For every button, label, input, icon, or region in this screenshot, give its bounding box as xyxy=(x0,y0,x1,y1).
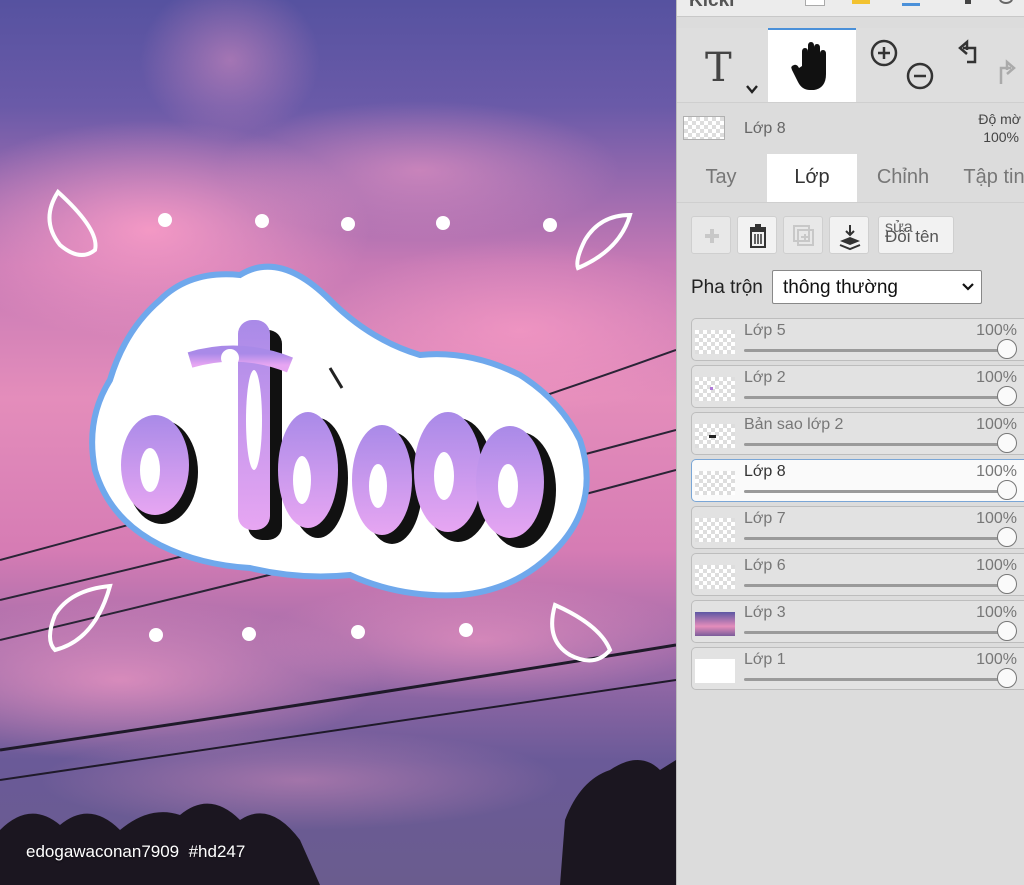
opacity-slider-track[interactable] xyxy=(744,349,1014,352)
opacity-slider-knob[interactable] xyxy=(997,574,1017,594)
chevron-down-icon xyxy=(962,283,974,291)
add-layer-button[interactable] xyxy=(691,216,731,254)
layer-item[interactable]: Lớp 7 100% xyxy=(691,506,1024,549)
layer-opacity: 100% xyxy=(976,463,1017,480)
layer-item[interactable]: Lớp 1 100% xyxy=(691,647,1024,690)
layer-name: Lớp 3 xyxy=(744,604,786,621)
layer-opacity: 100% xyxy=(976,416,1017,433)
rename-layer-button[interactable]: sửa Đổi tên xyxy=(878,216,954,254)
hand-icon xyxy=(791,42,826,90)
layer-name: Lớp 6 xyxy=(744,557,786,574)
layer-name: Lớp 5 xyxy=(744,322,786,339)
drawing-canvas[interactable]: edogawaconan7909 #hd247 xyxy=(0,0,676,885)
layer-name: Lớp 8 xyxy=(744,463,786,480)
tab-layers[interactable]: Lớp xyxy=(767,154,857,202)
text-tool-icon: T xyxy=(705,45,758,94)
layer-item[interactable]: Bản sao lớp 2 100% xyxy=(691,412,1024,455)
current-layer-thumbnail xyxy=(683,116,725,140)
menu-icon[interactable] xyxy=(902,3,920,6)
zoom-in-zoom-out-icon xyxy=(870,39,934,90)
duplicate-icon xyxy=(793,225,814,246)
help-icon[interactable] xyxy=(999,0,1013,4)
opacity-slider-knob[interactable] xyxy=(997,386,1017,406)
layer-item[interactable]: Lớp 6 100% xyxy=(691,553,1024,596)
app-brand: Kicki xyxy=(689,0,735,11)
opacity-slider-track[interactable] xyxy=(744,537,1014,540)
text-tool-button[interactable]: T xyxy=(677,28,765,102)
blend-mode-select[interactable]: thông thường xyxy=(772,270,982,304)
note-icon[interactable] xyxy=(852,0,870,4)
trash-icon xyxy=(750,224,766,248)
undo-redo-icon xyxy=(958,39,1016,84)
tool-row: T xyxy=(677,28,1024,103)
opacity-slider-knob[interactable] xyxy=(997,621,1017,641)
watermark-text: edogawaconan7909 #hd247 xyxy=(26,842,246,861)
current-layer-name: Lớp 8 xyxy=(744,120,786,137)
opacity-slider-knob[interactable] xyxy=(997,527,1017,547)
opacity-label: Độ mờ xyxy=(978,111,1021,127)
layer-item[interactable]: Lớp 2 100% xyxy=(691,365,1024,408)
hand-tool-button[interactable] xyxy=(768,28,856,102)
layers-panel: Kicki T Lớp 8 Độ mờ 100% Tay Lớp Chỉnh T… xyxy=(676,0,1024,885)
plus-icon xyxy=(705,229,719,243)
layer-thumbnail xyxy=(695,612,735,636)
layer-name: Bản sao lớp 2 xyxy=(744,416,844,433)
undo-redo-button[interactable] xyxy=(945,28,1024,102)
opacity-slider-knob[interactable] xyxy=(997,339,1017,359)
brush-icon[interactable] xyxy=(965,0,971,4)
layer-thumbnail xyxy=(695,424,735,448)
opacity-slider-track[interactable] xyxy=(744,678,1014,681)
artwork xyxy=(0,0,676,885)
layer-name: Lớp 1 xyxy=(744,651,786,668)
opacity-slider-track[interactable] xyxy=(744,396,1014,399)
layer-opacity: 100% xyxy=(976,322,1017,339)
layer-thumbnail xyxy=(695,377,735,401)
opacity-slider-knob[interactable] xyxy=(997,433,1017,453)
layer-thumbnail xyxy=(695,471,735,495)
opacity-slider-track[interactable] xyxy=(744,631,1014,634)
layer-item[interactable]: Lớp 8 100% xyxy=(691,459,1024,502)
layer-thumbnail xyxy=(695,659,735,683)
opacity-value: 100% xyxy=(983,129,1019,145)
layer-opacity: 100% xyxy=(976,557,1017,574)
layer-thumbnail xyxy=(695,565,735,589)
svg-text:T: T xyxy=(705,45,732,91)
page-icon[interactable] xyxy=(805,0,825,6)
tab-file[interactable]: Tập tin xyxy=(949,154,1024,202)
layer-opacity: 100% xyxy=(976,604,1017,621)
layer-thumbnail xyxy=(695,330,735,354)
opacity-slider-track[interactable] xyxy=(744,584,1014,587)
top-menu-strip: Kicki xyxy=(677,0,1024,17)
delete-layer-button[interactable] xyxy=(737,216,777,254)
layer-item[interactable]: Lớp 5 100% xyxy=(691,318,1024,361)
layer-opacity: 100% xyxy=(976,369,1017,386)
tab-adjust[interactable]: Chỉnh xyxy=(859,154,947,202)
blend-mode-value: thông thường xyxy=(783,277,898,298)
layer-item[interactable]: Lớp 3 100% xyxy=(691,600,1024,643)
opacity-slider-track[interactable] xyxy=(744,443,1014,446)
current-layer-info: Lớp 8 Độ mờ 100% xyxy=(677,104,1024,150)
layer-name: Lớp 2 xyxy=(744,369,786,386)
layer-actions: sửa Đổi tên xyxy=(677,214,1024,258)
merge-down-button[interactable] xyxy=(829,216,869,254)
duplicate-layer-button[interactable] xyxy=(783,216,823,254)
layer-opacity: 100% xyxy=(976,510,1017,527)
rename-label: Đổi tên xyxy=(885,227,939,246)
opacity-slider-knob[interactable] xyxy=(997,668,1017,688)
layer-thumbnail xyxy=(695,518,735,542)
opacity-slider-track[interactable] xyxy=(744,490,1014,493)
merge-down-icon xyxy=(839,225,861,251)
panel-tabs: Tay Lớp Chỉnh Tập tin xyxy=(677,154,1024,203)
layer-opacity: 100% xyxy=(976,651,1017,668)
layer-name: Lớp 7 xyxy=(744,510,786,527)
blend-mode-label: Pha trộn xyxy=(691,277,763,298)
zoom-tool-button[interactable] xyxy=(859,28,947,102)
tab-hand[interactable]: Tay xyxy=(677,154,765,202)
opacity-slider-knob[interactable] xyxy=(997,480,1017,500)
